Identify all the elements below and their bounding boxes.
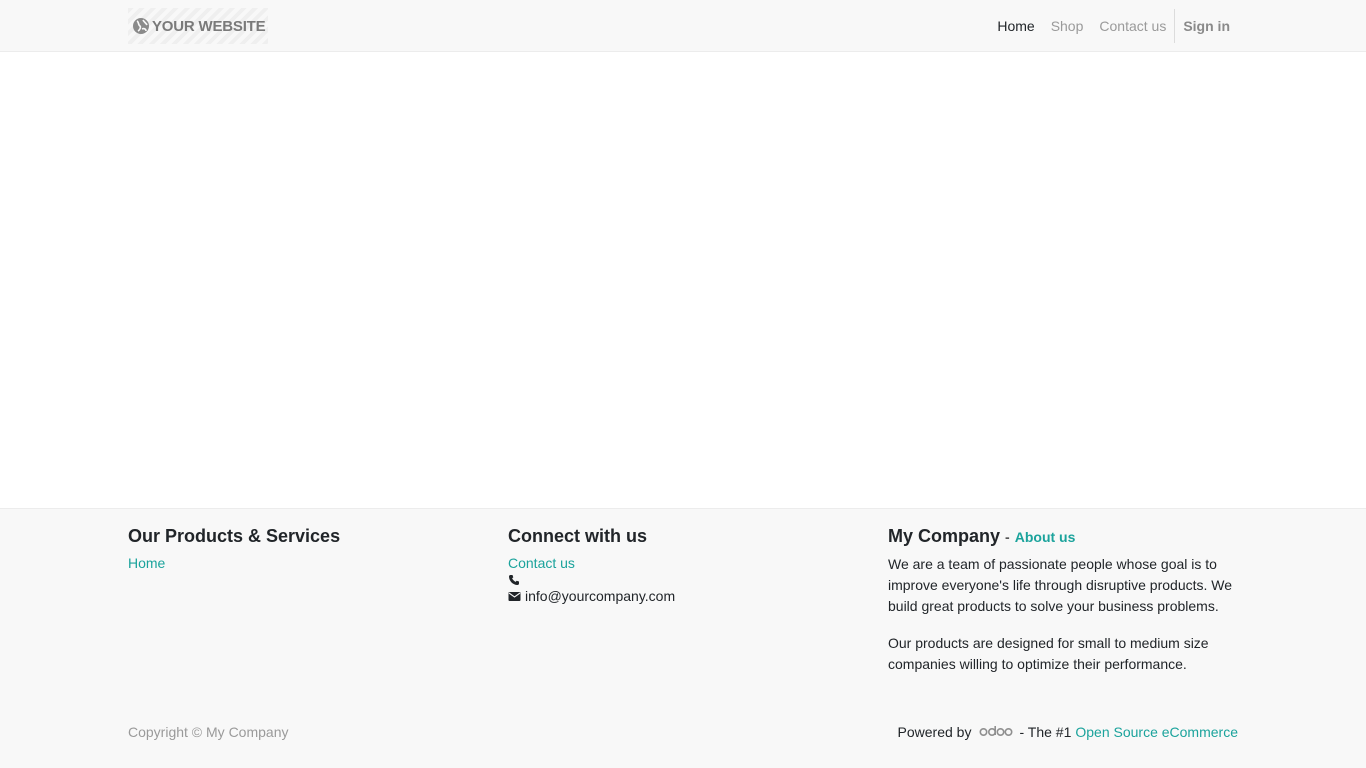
company-description: We are a team of passionate people whose… — [888, 556, 1233, 614]
email-address[interactable]: info@yourcompany.com — [525, 586, 675, 607]
connect-title: Connect with us — [508, 526, 647, 546]
footer-products-column: Our Products & Services Home — [128, 525, 478, 574]
odoo-logo[interactable] — [979, 724, 1013, 740]
open-source-ecommerce-link[interactable]: Open Source eCommerce — [1075, 724, 1238, 740]
sign-in-link[interactable]: Sign in — [1175, 0, 1238, 52]
footer-link-home[interactable]: Home — [128, 553, 478, 574]
nav-item-shop[interactable]: Shop — [1043, 0, 1092, 52]
globe-icon — [133, 18, 149, 34]
envelope-icon — [508, 592, 521, 601]
company-products-description: Our products are designed for small to m… — [888, 635, 1209, 672]
footer-connect-column: Connect with us Contact us info@yourcomp… — [508, 525, 858, 607]
nav-item-contact-us[interactable]: Contact us — [1091, 0, 1174, 52]
title-separator: - — [1005, 529, 1010, 545]
tagline: - The #1 — [1019, 724, 1072, 740]
company-name: My Company — [888, 526, 1001, 546]
powered-by-label: Powered by — [897, 724, 972, 740]
top-navbar: YOUR WEBSITE Home Shop Contact us Sign i… — [0, 0, 1366, 52]
footer: Our Products & Services Home Connect wit… — [0, 508, 1366, 768]
footer-company-column: My Company - About us We are a team of p… — [888, 525, 1238, 691]
copyright-text: Copyright © My Company — [128, 724, 289, 740]
footer-link-contact-us[interactable]: Contact us — [508, 553, 858, 574]
phone-icon — [509, 575, 519, 585]
products-title: Our Products & Services — [128, 526, 341, 546]
about-us-link[interactable]: About us — [1015, 529, 1076, 545]
nav-item-home[interactable]: Home — [989, 0, 1042, 52]
main-nav: Home Shop Contact us Sign in — [989, 0, 1238, 52]
phone-line — [508, 574, 858, 586]
site-logo[interactable]: YOUR WEBSITE — [128, 8, 268, 44]
logo-text: YOUR WEBSITE — [152, 17, 266, 35]
company-title: My Company - About us — [888, 525, 1238, 548]
powered-by: Powered by - The #1 Open Source eCommerc… — [898, 724, 1238, 740]
email-line: info@yourcompany.com — [508, 586, 858, 607]
